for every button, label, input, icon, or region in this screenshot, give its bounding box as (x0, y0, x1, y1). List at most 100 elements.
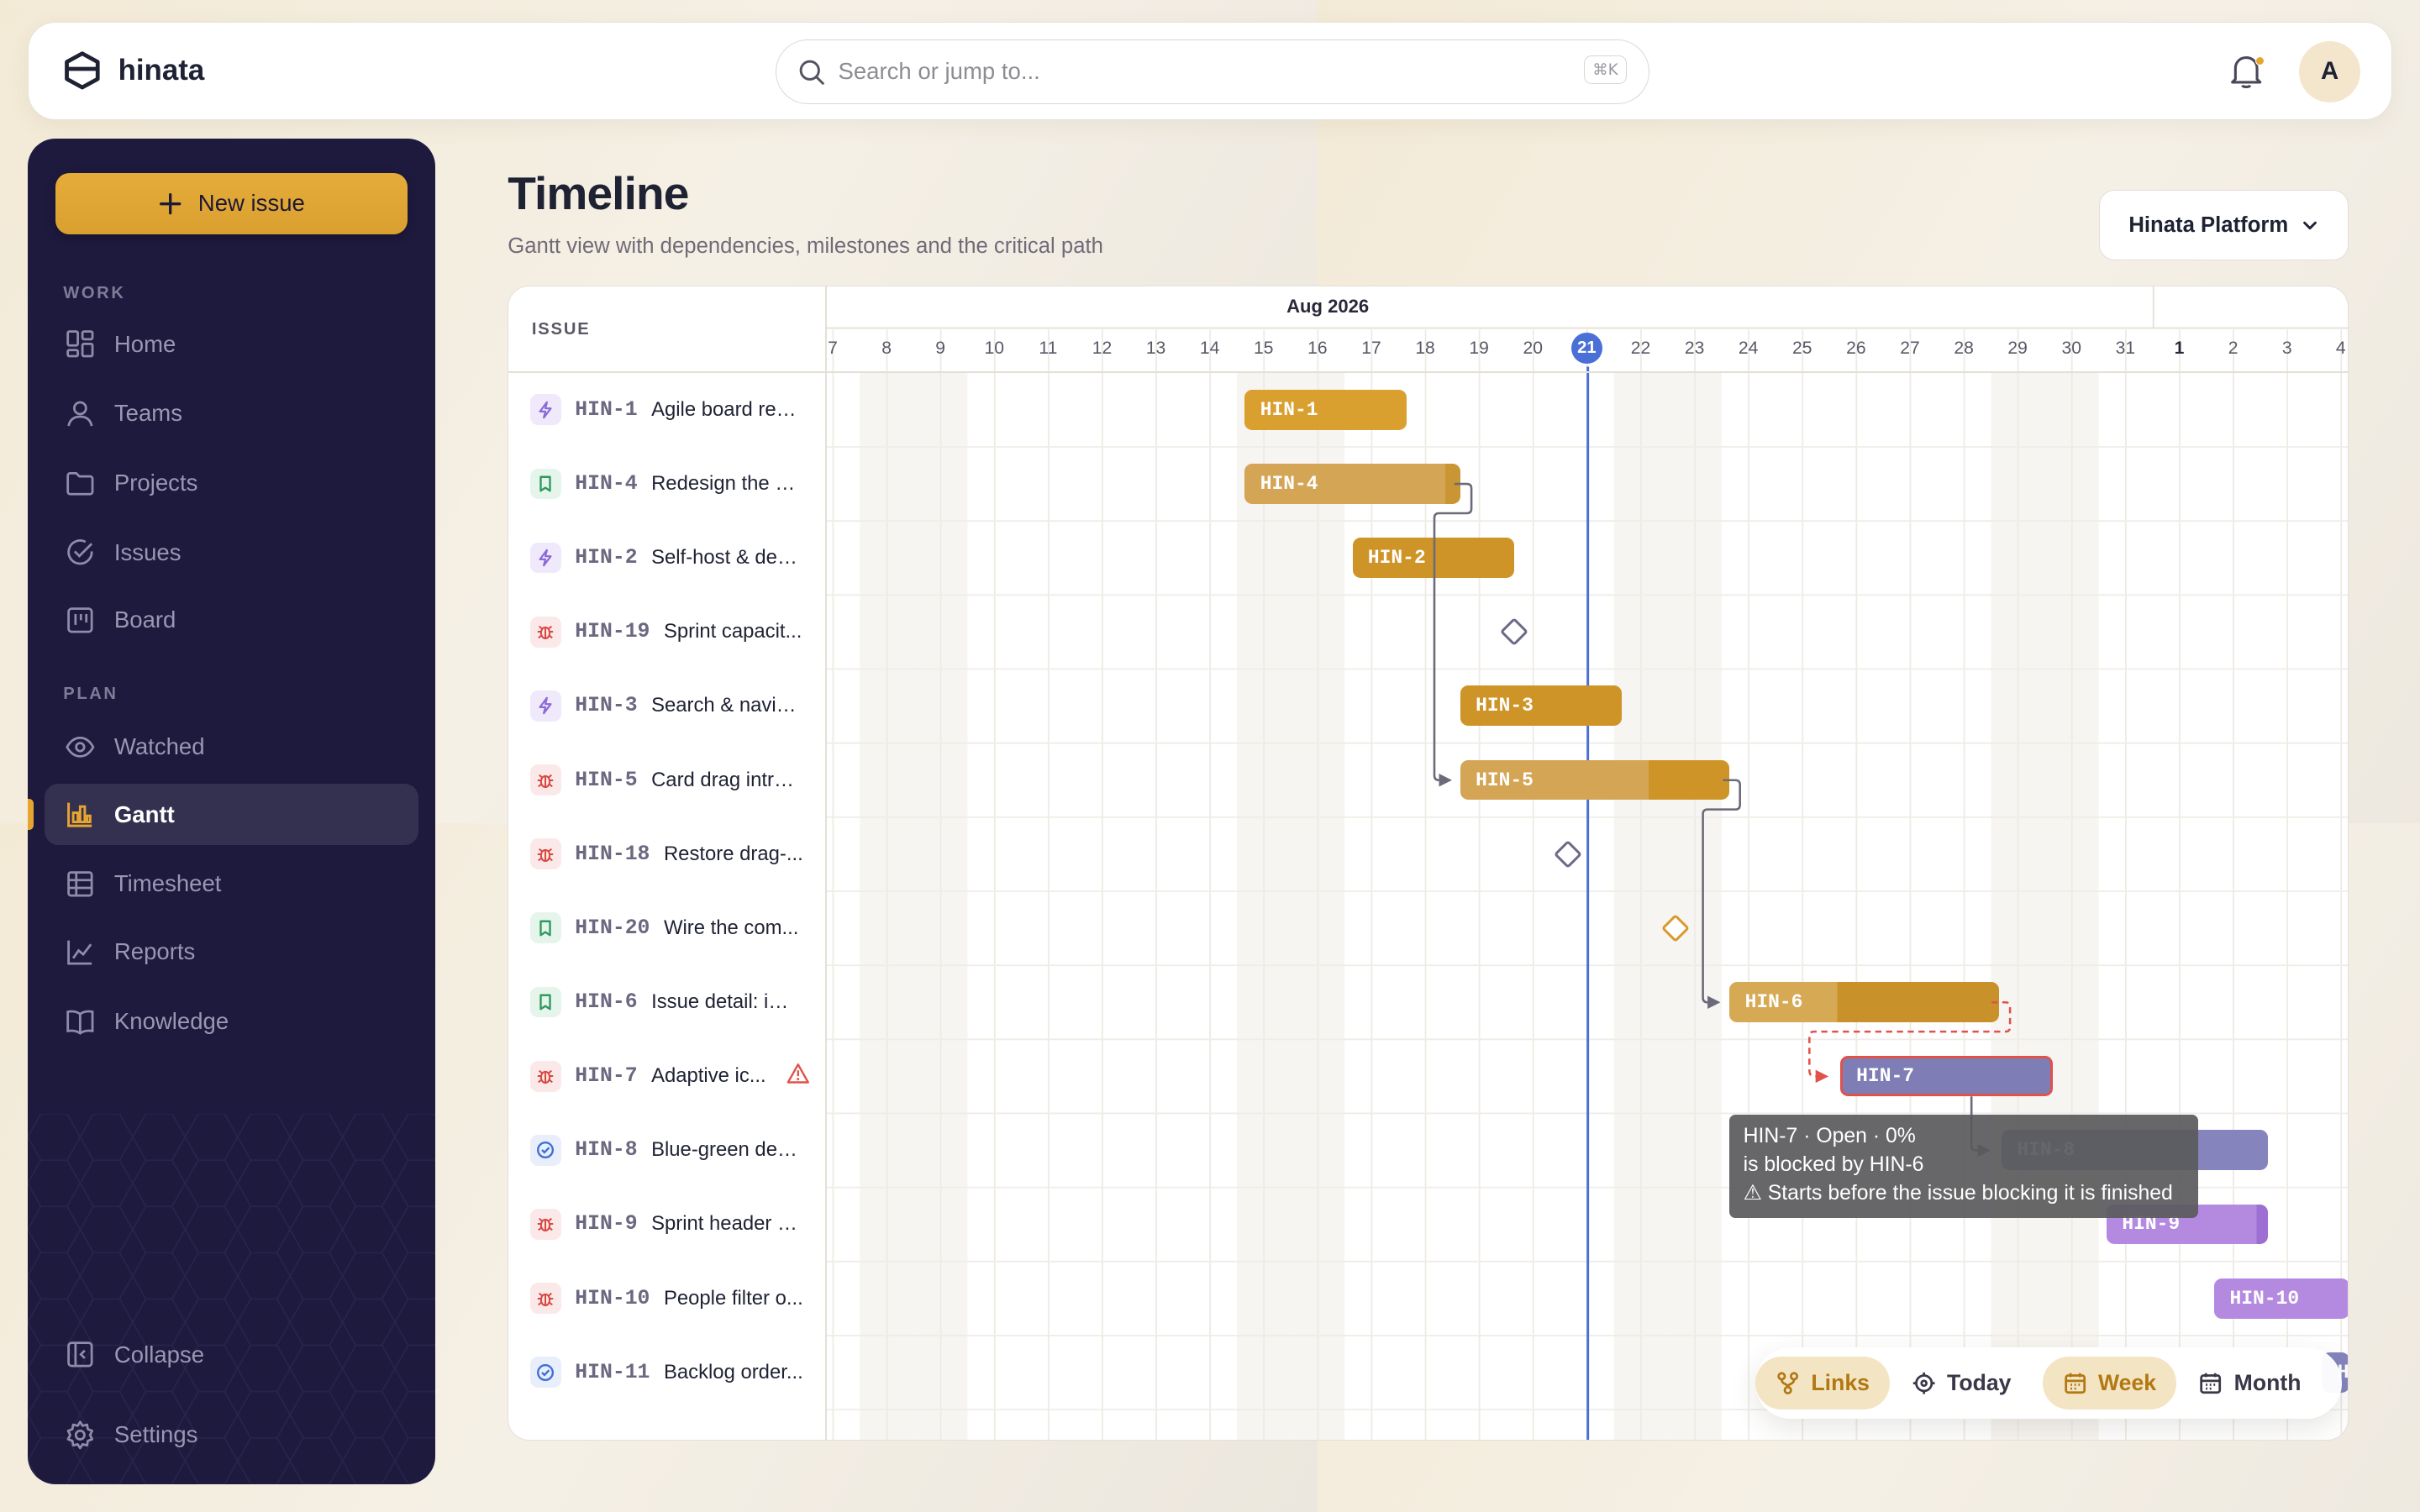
issue-row[interactable]: HIN-20 Wire the com... (529, 910, 799, 947)
bar-label: HIN-4 (1260, 472, 1318, 495)
issue-row[interactable]: HIN-19 Sprint capacit... (529, 613, 802, 650)
new-issue-button[interactable]: New issue (55, 172, 408, 235)
week-label: Week (2098, 1370, 2157, 1396)
issue-row[interactable]: HIN-11 Backlog order... (529, 1354, 803, 1391)
gantt-bar[interactable]: HIN-10 (2214, 1278, 2349, 1319)
issue-title: Backlog order... (663, 1360, 803, 1383)
sidebar-item-board[interactable]: Board (45, 590, 418, 651)
brand[interactable]: hinata (62, 50, 204, 91)
issue-key: HIN-18 (575, 842, 650, 866)
sidebar-item-issues[interactable]: Issues (45, 522, 418, 583)
issue-row[interactable]: HIN-9 Sprint header s... (529, 1205, 799, 1242)
issue-title: Wire the com... (663, 916, 799, 939)
day-label: 13 (1145, 339, 1166, 359)
lightning-icon (529, 394, 561, 426)
links-toggle[interactable]: Links (1755, 1357, 1890, 1410)
sidebar-item-knowledge[interactable]: Knowledge (45, 990, 418, 1052)
gantt-bar[interactable]: HIN-7 (1839, 1056, 2053, 1097)
active-indicator (28, 799, 34, 831)
issue-title: Sprint capacit... (663, 620, 802, 643)
issue-row[interactable]: HIN-18 Restore drag-... (529, 836, 803, 873)
issue-key: HIN-9 (575, 1212, 638, 1236)
user-avatar[interactable]: A (2298, 40, 2361, 103)
lightning-icon (529, 542, 561, 574)
bar-label: HIN-6 (1744, 991, 1803, 1013)
issue-row[interactable]: HIN-10 People filter o... (529, 1280, 803, 1317)
search-input[interactable] (838, 39, 1549, 102)
issue-key: HIN-20 (575, 916, 650, 940)
gantt-bar[interactable]: HIN-2 (1352, 538, 1514, 578)
day-label: 26 (1846, 339, 1866, 359)
today-button[interactable]: Today (1891, 1357, 2031, 1409)
plus-icon (160, 192, 182, 215)
sidebar-item-label: Timesheet (113, 870, 222, 897)
gantt-bar[interactable]: HIN-3 (1460, 685, 1623, 727)
day-label: 22 (1630, 339, 1651, 359)
day-label: 30 (2061, 339, 2082, 359)
timeline-grid (826, 286, 2349, 1441)
sidebar-item-home[interactable]: Home (45, 313, 418, 375)
issue-key: HIN-1 (575, 397, 638, 422)
day-label: 25 (1792, 339, 1812, 359)
sidebar-item-label: Teams (113, 400, 183, 427)
day-label: 29 (2007, 339, 2028, 359)
user-icon (67, 401, 93, 427)
bar-label: HIN-5 (1476, 769, 1534, 791)
new-issue-label: New issue (197, 190, 305, 217)
search-box[interactable]: ⌘K (776, 39, 1649, 105)
issue-row[interactable]: HIN-8 Blue-green dep... (529, 1131, 800, 1168)
gantt-bar[interactable]: HIN-5 (1460, 759, 1730, 801)
bar-label: HIN-3 (1476, 695, 1534, 717)
month-label: Aug 2026 (1286, 295, 1370, 317)
issue-row[interactable]: HIN-4 Redesign the a... (529, 465, 800, 502)
sidebar-item-projects[interactable]: Projects (45, 452, 418, 513)
bug-icon (529, 1060, 561, 1092)
day-label: 10 (984, 339, 1004, 359)
issue-row[interactable]: HIN-5 Card drag intro... (529, 761, 800, 798)
issue-title: Redesign the a... (651, 471, 800, 495)
project-selector[interactable]: Hinata Platform (2098, 189, 2349, 261)
hinata-logo-icon (65, 51, 101, 90)
issue-row[interactable]: HIN-3 Search & navig... (529, 687, 799, 724)
links-icon (1777, 1372, 1799, 1394)
sidebar-item-gantt[interactable]: Gantt (45, 784, 418, 846)
project-selector-label: Hinata Platform (2128, 213, 2289, 237)
gantt-bar[interactable]: HIN-1 (1244, 389, 1407, 430)
day-label: 7 (828, 339, 838, 359)
week-view-button[interactable]: Week (2042, 1357, 2176, 1410)
sidebar-item-watched[interactable]: Watched (45, 716, 418, 777)
sidebar-item-label: Knowledge (113, 1007, 229, 1034)
month-view-button[interactable]: Month (2179, 1357, 2322, 1409)
gantt-bar[interactable]: HIN-6 (1729, 982, 1999, 1022)
issue-title: Blue-green dep... (651, 1138, 800, 1162)
day-label: 20 (1523, 339, 1543, 359)
sidebar-item-reports[interactable]: Reports (45, 921, 418, 983)
issue-row[interactable]: HIN-1 Agile board red... (529, 391, 799, 428)
sidebar-item-teams[interactable]: Teams (45, 382, 418, 444)
collapse-button[interactable]: Collapse (45, 1324, 418, 1385)
sidebar-item-label: Watched (113, 732, 205, 759)
warning-icon[interactable] (786, 1063, 810, 1090)
settings-button[interactable]: Settings (45, 1404, 418, 1465)
issue-row[interactable]: HIN-2 Self-host & dep... (529, 539, 799, 576)
sidebar-item-label: Reports (113, 938, 196, 965)
app-name: hinata (118, 53, 205, 87)
issue-title: Card drag intro... (651, 768, 800, 791)
check-circle-icon (67, 539, 93, 565)
dependency-tooltip: HIN-7 · Open · 0% is blocked by HIN-6 ⚠ … (1729, 1115, 2199, 1219)
day-label: 1 (2174, 339, 2185, 359)
bar-label: HIN-10 (2229, 1287, 2300, 1310)
section-label-plan: PLAN (63, 685, 118, 704)
issue-key: HIN-7 (575, 1064, 638, 1089)
gantt-bar[interactable]: HIN-4 (1244, 464, 1460, 504)
sidebar-item-timesheet[interactable]: Timesheet (45, 853, 418, 915)
gear-icon (66, 1420, 94, 1450)
settings-label: Settings (113, 1421, 198, 1448)
day-label: 27 (1900, 339, 1920, 359)
day-label: 2 (2228, 339, 2238, 359)
issue-row[interactable]: HIN-7 Adaptive ic... (529, 1058, 810, 1095)
issue-row[interactable]: HIN-6 Issue detail: inl... (529, 984, 800, 1021)
today-marker[interactable]: 21 (1571, 332, 1602, 364)
sidebar-item-label: Issues (113, 538, 182, 565)
issue-title: Issue detail: inl... (651, 990, 800, 1013)
